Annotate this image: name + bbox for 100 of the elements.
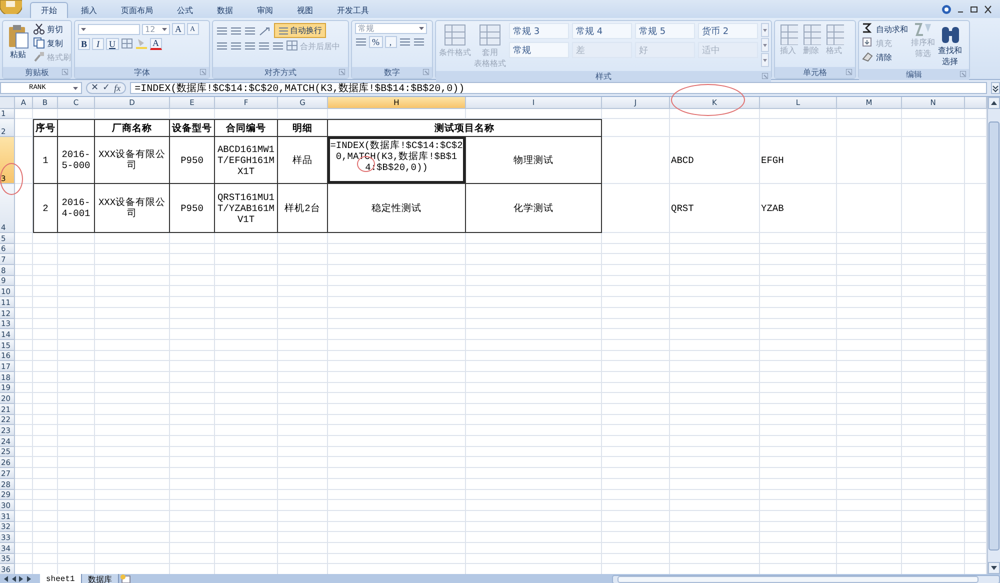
table-cell: 样品 bbox=[278, 137, 328, 184]
insert-sheet-icon[interactable] bbox=[118, 574, 133, 583]
expand-icon[interactable] bbox=[991, 82, 1000, 94]
ribbon-tab[interactable]: 审阅 bbox=[246, 2, 284, 18]
grid-icon bbox=[778, 23, 798, 45]
wrap-text-button[interactable]: 自动换行 bbox=[274, 23, 326, 38]
scroll-up-icon[interactable] bbox=[988, 97, 1000, 109]
ribbon-tab[interactable]: 开始 bbox=[30, 2, 68, 18]
eraser-icon bbox=[862, 51, 874, 63]
paste-button[interactable]: 粘贴 bbox=[6, 23, 30, 60]
previous-sheet-icon[interactable] bbox=[11, 576, 16, 582]
restore-icon[interactable] bbox=[970, 4, 978, 14]
cell-style-item[interactable]: 常规 4 bbox=[572, 23, 632, 39]
grow-font-button[interactable]: A bbox=[172, 23, 184, 35]
ribbon-tab[interactable]: 页面布局 bbox=[110, 2, 164, 18]
orientation-icon[interactable] bbox=[258, 26, 272, 36]
first-sheet-icon[interactable] bbox=[3, 576, 8, 582]
comma-button[interactable]: , bbox=[384, 36, 396, 48]
align-icon[interactable] bbox=[216, 26, 228, 36]
scissors-icon bbox=[33, 23, 45, 35]
underline-button[interactable]: U bbox=[106, 38, 119, 50]
dialog-launcher-icon[interactable] bbox=[62, 69, 68, 75]
align-icon[interactable] bbox=[230, 26, 242, 36]
dialog-launcher-icon[interactable] bbox=[960, 71, 966, 77]
ribbon-tab[interactable]: 插入 bbox=[70, 2, 108, 18]
next-sheet-icon[interactable] bbox=[19, 576, 24, 582]
table-cell: 稳定性测试 bbox=[328, 184, 466, 233]
ribbon-tab[interactable]: 数据 bbox=[206, 2, 244, 18]
autosum-button[interactable]: 自动求和 bbox=[862, 23, 908, 35]
align-icon[interactable] bbox=[244, 41, 256, 51]
dialog-launcher-icon[interactable] bbox=[200, 69, 206, 75]
table-cell: 化学测试 bbox=[466, 184, 602, 233]
bold-button[interactable]: B bbox=[78, 38, 90, 50]
italic-button[interactable]: I bbox=[92, 38, 104, 50]
grid-icon bbox=[824, 23, 844, 45]
dropdown-caret-icon bbox=[81, 28, 86, 30]
sheet-tab[interactable]: sheet1 bbox=[40, 574, 82, 583]
dialog-launcher-icon[interactable] bbox=[762, 73, 768, 79]
align-icon[interactable] bbox=[244, 26, 256, 36]
dialog-launcher-icon[interactable] bbox=[339, 69, 345, 75]
align-icon[interactable] bbox=[216, 41, 228, 51]
clipboard-icon bbox=[6, 23, 30, 49]
insert-function-button[interactable]: fx bbox=[114, 83, 121, 93]
ribbon-tab[interactable]: 视图 bbox=[286, 2, 324, 18]
table-cell: QRST161MU1T/YZAB161MV1T bbox=[215, 184, 278, 233]
table-cell: 2016-5-000 bbox=[58, 137, 95, 184]
sheet-tab[interactable]: 数据库 bbox=[82, 574, 119, 583]
office-button[interactable] bbox=[0, 0, 22, 14]
horizontal-scrollbar-icon[interactable] bbox=[612, 574, 1000, 583]
table-cell: YZAB bbox=[760, 184, 837, 233]
table-cell: EFGH bbox=[760, 137, 837, 184]
fill-color-icon[interactable] bbox=[134, 37, 148, 50]
wrap-icon bbox=[278, 26, 288, 35]
scroll-thumb-icon[interactable] bbox=[988, 120, 1000, 550]
ribbon-tab[interactable]: 公式 bbox=[166, 2, 204, 18]
cancel-button[interactable]: ✕ bbox=[91, 83, 99, 93]
close-icon[interactable] bbox=[984, 4, 992, 14]
group-label: 字体 bbox=[134, 67, 150, 78]
dialog-launcher-icon[interactable] bbox=[846, 69, 852, 75]
header-cell: 序号 bbox=[33, 119, 58, 137]
font-name-field[interactable] bbox=[78, 24, 140, 34]
find-select-button[interactable]: 查找和 选择 bbox=[938, 23, 962, 67]
annotation-circle bbox=[0, 163, 23, 195]
currency-icon[interactable] bbox=[355, 37, 367, 47]
table-cell: ABCD161MW1T/EFGH161MX1T bbox=[215, 137, 278, 184]
formula-field[interactable]: =INDEX(数据库!$C$14:$C$20,MATCH(K3,数据库!$B$14:$B$20,0)) bbox=[130, 82, 987, 94]
indent-icon[interactable] bbox=[258, 41, 270, 51]
percent-button[interactable]: % bbox=[369, 36, 382, 48]
borders-icon[interactable] bbox=[120, 38, 133, 49]
fill-down-icon bbox=[862, 37, 874, 49]
decrease-decimal-icon[interactable] bbox=[412, 37, 424, 47]
cell-style-item[interactable]: 常规 bbox=[509, 42, 569, 58]
font-size-value: 12 bbox=[145, 24, 156, 34]
table-cell: 样机2台 bbox=[278, 184, 328, 233]
dialog-launcher-icon[interactable] bbox=[423, 69, 429, 75]
indent-icon[interactable] bbox=[272, 41, 284, 51]
align-icon[interactable] bbox=[230, 41, 242, 51]
table-cell: 物理测试 bbox=[466, 137, 602, 184]
header-cell: 合同编号 bbox=[215, 119, 278, 137]
group-label: 对齐方式 bbox=[264, 67, 296, 78]
table-icon bbox=[442, 23, 468, 47]
more-icon[interactable] bbox=[761, 53, 769, 67]
table-cell: P950 bbox=[170, 184, 215, 233]
number-format-value: 常规 bbox=[358, 23, 374, 34]
ribbon-tab[interactable]: 开发工具 bbox=[326, 2, 380, 18]
copy-icon bbox=[33, 37, 45, 49]
clear-button[interactable]: 清除 bbox=[862, 51, 908, 63]
brush-icon bbox=[33, 51, 45, 63]
cell-style-item[interactable]: 常规 3 bbox=[509, 23, 569, 39]
enter-button[interactable]: ✓ bbox=[102, 83, 110, 93]
last-sheet-icon[interactable] bbox=[27, 576, 32, 582]
cell-style-item[interactable]: 货币 2 bbox=[698, 23, 758, 39]
font-color-button[interactable]: A bbox=[150, 38, 162, 50]
scroll-down-icon[interactable] bbox=[988, 562, 1000, 574]
dropdown-caret-icon bbox=[162, 28, 167, 30]
cut-button[interactable]: 剪切 bbox=[33, 23, 71, 35]
help-icon[interactable] bbox=[942, 4, 951, 14]
copy-button[interactable]: 复制 bbox=[33, 37, 71, 49]
increase-decimal-icon[interactable] bbox=[398, 37, 410, 47]
cell-style-item[interactable]: 常规 5 bbox=[635, 23, 695, 39]
